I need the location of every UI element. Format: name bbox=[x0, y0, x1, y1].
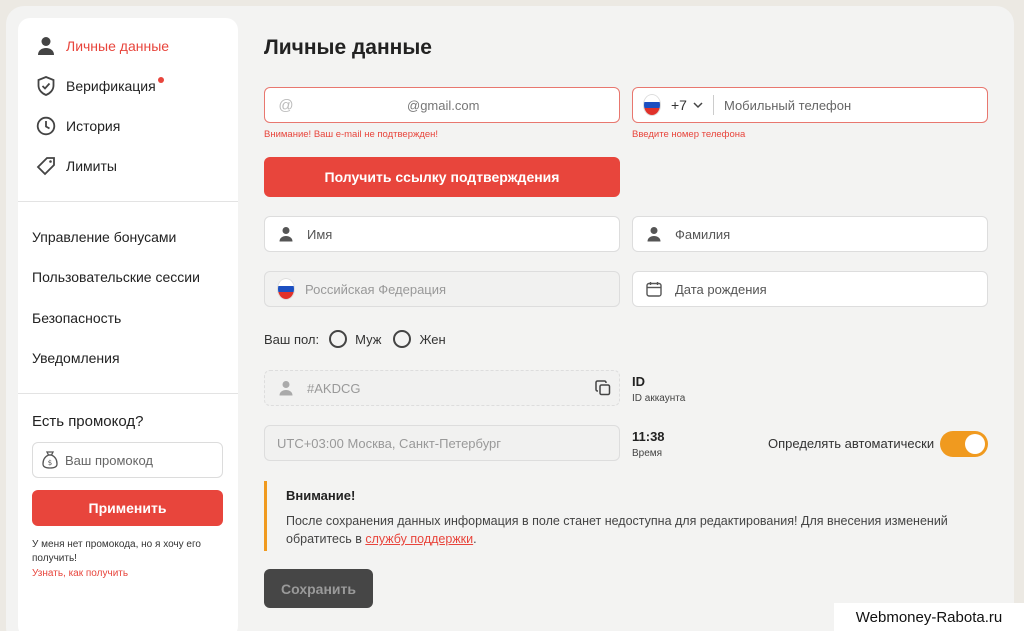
birthdate-placeholder: Дата рождения bbox=[675, 281, 767, 297]
chevron-down-icon[interactable] bbox=[693, 101, 703, 109]
clock-icon bbox=[36, 116, 56, 136]
sidebar-item-label: Лимиты bbox=[66, 158, 117, 174]
auto-detect-label: Определять автоматически bbox=[768, 436, 935, 451]
auto-detect-toggle[interactable] bbox=[940, 431, 988, 457]
time-caption: Время bbox=[632, 448, 663, 459]
tag-icon bbox=[36, 156, 56, 176]
phone-placeholder: Мобильный телефон bbox=[723, 97, 852, 113]
user-icon bbox=[277, 225, 295, 243]
user-icon bbox=[36, 36, 56, 56]
account-id-title: ID bbox=[632, 374, 645, 389]
warning-title: Внимание! bbox=[286, 488, 356, 503]
phone-field[interactable]: +7 Мобильный телефон bbox=[632, 87, 988, 123]
shield-check-icon bbox=[36, 76, 56, 96]
russia-flag-icon bbox=[643, 94, 661, 116]
email-field[interactable]: @ @gmail.com bbox=[264, 87, 620, 123]
first-name-field[interactable]: Имя bbox=[264, 216, 620, 252]
phone-error: Введите номер телефона bbox=[632, 129, 746, 140]
gender-male-radio[interactable] bbox=[329, 330, 348, 348]
sidebar-item-label: Личные данные bbox=[66, 38, 170, 54]
user-icon bbox=[277, 379, 295, 397]
country-field: Российская Федерация bbox=[264, 271, 620, 307]
last-name-field[interactable]: Фамилия bbox=[632, 216, 988, 252]
money-bag-icon: $ bbox=[41, 451, 59, 469]
svg-text:$: $ bbox=[48, 459, 52, 467]
watermark: Webmoney-Rabota.ru bbox=[834, 603, 1024, 631]
user-icon bbox=[645, 225, 663, 243]
sidebar-item-limits[interactable]: Лимиты bbox=[36, 154, 117, 178]
sidebar-item-verification[interactable]: Верификация bbox=[36, 74, 164, 98]
page-title: Личные данные bbox=[264, 36, 432, 59]
promo-placeholder: Ваш промокод bbox=[65, 452, 153, 468]
country-value: Российская Федерация bbox=[305, 281, 447, 297]
support-link[interactable]: службу поддержки bbox=[365, 532, 473, 546]
sidebar-item-label: Верификация bbox=[66, 77, 164, 94]
get-confirmation-link-button[interactable]: Получить ссылку подтверждения bbox=[264, 157, 620, 197]
first-name-placeholder: Имя bbox=[307, 226, 333, 242]
sidebar: Личные данные Верификация История Лимиты… bbox=[18, 18, 238, 631]
calendar-icon bbox=[645, 280, 663, 298]
divider bbox=[18, 393, 238, 394]
gender-female-label[interactable]: Жен bbox=[419, 332, 445, 347]
birthdate-field[interactable]: Дата рождения bbox=[632, 271, 988, 307]
gender-male-label[interactable]: Муж bbox=[355, 332, 381, 347]
promo-input[interactable]: $ Ваш промокод bbox=[32, 442, 223, 478]
apply-promo-button[interactable]: Применить bbox=[32, 490, 223, 526]
copy-icon[interactable] bbox=[595, 380, 611, 396]
warning-text: После сохранения данных информация в пол… bbox=[286, 514, 948, 546]
promo-note: У меня нет промокода, но я хочу его полу… bbox=[32, 539, 201, 564]
russia-flag-icon bbox=[277, 278, 295, 300]
sidebar-link-sessions[interactable]: Пользовательские сессии bbox=[32, 269, 200, 285]
sidebar-link-notifications[interactable]: Уведомления bbox=[32, 350, 120, 366]
account-id-value: #AKDCG bbox=[307, 380, 361, 396]
last-name-placeholder: Фамилия bbox=[675, 226, 731, 242]
account-id-field: #AKDCG bbox=[264, 370, 620, 406]
phone-country-code[interactable]: +7 bbox=[671, 97, 687, 113]
timezone-value: UTC+03:00 Москва, Санкт-Петербург bbox=[277, 435, 502, 451]
toggle-knob bbox=[965, 434, 985, 454]
account-id-caption: ID аккаунта bbox=[632, 393, 686, 404]
sidebar-item-personal-data[interactable]: Личные данные bbox=[36, 34, 169, 58]
gender-group: Ваш пол: Муж Жен bbox=[264, 330, 446, 348]
current-time: 11:38 bbox=[632, 429, 665, 444]
email-error: Внимание! Ваш e-mail не подтвержден! bbox=[264, 129, 439, 140]
sidebar-item-history[interactable]: История bbox=[36, 114, 120, 138]
warning-box: Внимание! После сохранения данных информ… bbox=[264, 481, 984, 551]
at-icon: @ bbox=[278, 96, 294, 114]
sidebar-item-label: История bbox=[66, 118, 121, 134]
email-value: @gmail.com bbox=[407, 97, 480, 113]
sidebar-link-security[interactable]: Безопасность bbox=[32, 310, 121, 326]
divider bbox=[18, 201, 238, 202]
gender-female-radio[interactable] bbox=[393, 330, 412, 348]
save-button[interactable]: Сохранить bbox=[264, 569, 373, 608]
sidebar-link-bonuses[interactable]: Управление бонусами bbox=[32, 229, 176, 245]
timezone-field: UTC+03:00 Москва, Санкт-Петербург bbox=[264, 425, 620, 461]
notification-dot bbox=[157, 77, 164, 83]
separator bbox=[712, 95, 714, 115]
gender-label: Ваш пол: bbox=[264, 331, 320, 347]
promo-title: Есть промокод? bbox=[32, 413, 144, 430]
promo-how-to-get-link[interactable]: Узнать, как получить bbox=[32, 568, 128, 579]
